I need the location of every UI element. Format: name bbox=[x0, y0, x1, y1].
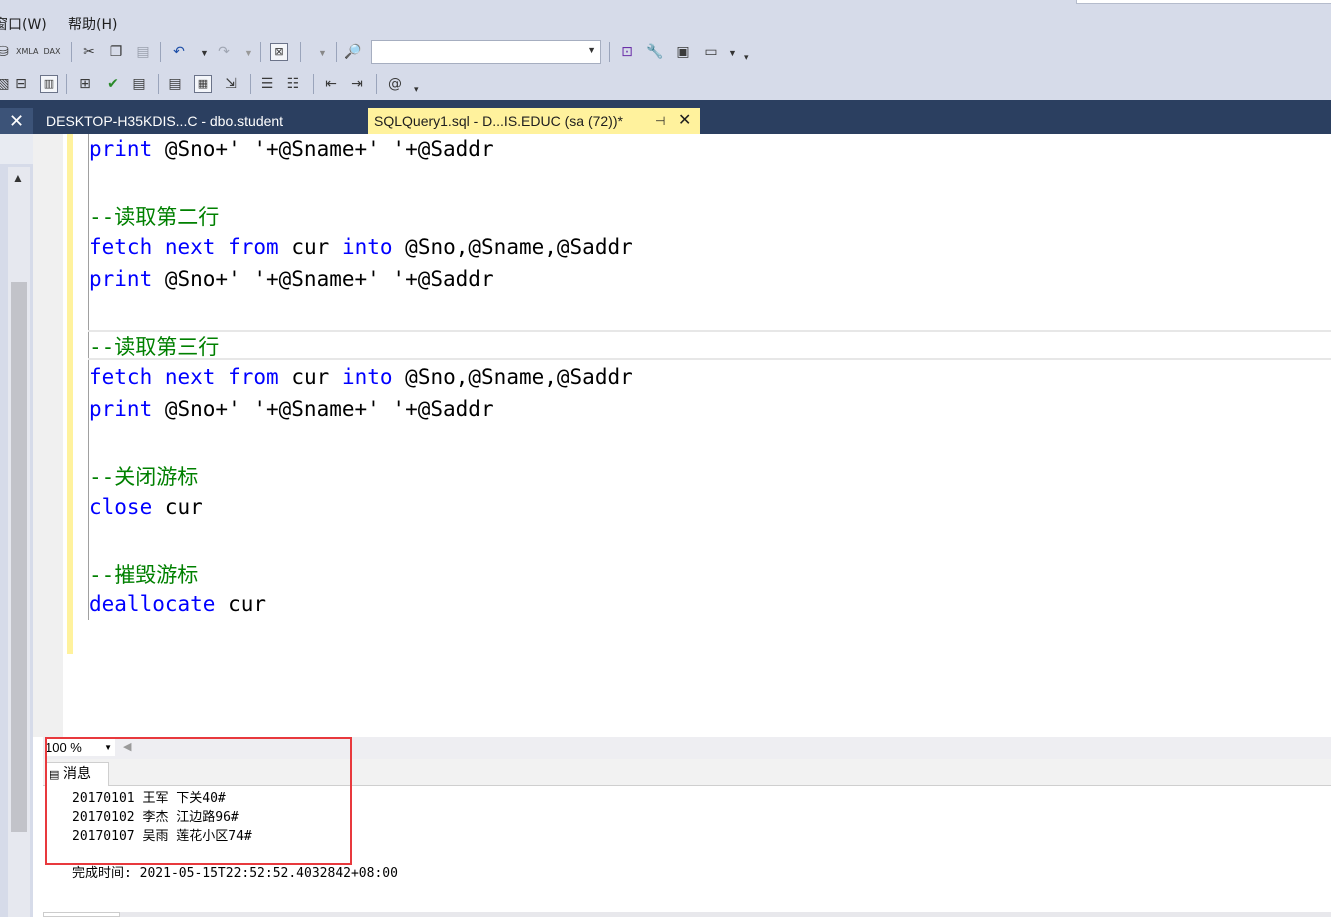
results-to-grid-toggle-icon[interactable]: ▦ bbox=[194, 75, 212, 93]
available-databases-icon[interactable]: ▥ bbox=[40, 75, 58, 93]
code-line: close cur bbox=[89, 495, 203, 519]
current-line-highlight bbox=[88, 330, 1331, 360]
xmla-query-icon[interactable]: XMLA bbox=[16, 43, 39, 61]
scroll-up-icon[interactable]: ▲ bbox=[12, 171, 24, 185]
scrollbar-thumb[interactable] bbox=[11, 282, 27, 832]
sql-editor[interactable]: print @Sno+' '+@Sname+' '+@Saddr --读取第二行… bbox=[33, 134, 1331, 737]
toolbar-separator bbox=[313, 74, 314, 94]
toolbar-separator bbox=[250, 74, 251, 94]
increase-indent-icon[interactable]: ⇥ bbox=[348, 75, 366, 93]
code-comment: --读取第二行 bbox=[89, 205, 220, 229]
undo-dropdown-icon[interactable]: ▼ bbox=[200, 48, 209, 58]
copy-icon[interactable]: ❐ bbox=[107, 43, 125, 61]
code-line: fetch next from cur into @Sno,@Sname,@Sa… bbox=[89, 235, 633, 259]
cut-icon[interactable]: ✂ bbox=[80, 43, 98, 61]
solution-config-dropdown-icon[interactable]: ▼ bbox=[318, 48, 327, 58]
toolbar-customize-icon[interactable]: ▾ bbox=[414, 84, 419, 95]
panel-header bbox=[0, 134, 33, 164]
toolbar-separator bbox=[376, 74, 377, 94]
redo-dropdown-icon[interactable]: ▼ bbox=[244, 48, 253, 58]
close-icon[interactable]: ✕ bbox=[0, 108, 33, 134]
code-comment: --摧毁游标 bbox=[89, 563, 199, 587]
sql-editor-toolbar: ▧ ⊟ ▥ ⊞ ✔ ▤ ▤ ▦ ⇲ ☰ ☷ ⇤ ⇥ @ ▾ bbox=[0, 68, 1331, 100]
toolbox-icon[interactable]: ▣ bbox=[674, 43, 692, 61]
code-line: deallocate cur bbox=[89, 592, 267, 616]
code-comment: --读取第三行 bbox=[89, 335, 220, 359]
menu-window[interactable]: 窗口(W) bbox=[0, 14, 47, 34]
tab-label: SQLQuery1.sql - D...IS.EDUC (sa (72))* bbox=[374, 113, 623, 129]
results-to-grid-icon[interactable]: ⊠ bbox=[270, 43, 288, 61]
specify-template-parameters-icon[interactable]: @ bbox=[386, 75, 404, 93]
mdx-query-icon[interactable]: ⛁ bbox=[0, 43, 12, 61]
tab-dbo-student[interactable]: DESKTOP-H35KDIS...C - dbo.student bbox=[40, 108, 368, 134]
object-explorer-scrollbar[interactable]: ▲ bbox=[8, 167, 30, 917]
bottom-tab[interactable] bbox=[43, 912, 120, 917]
toolbar-separator bbox=[260, 42, 261, 62]
toolbar-customize-icon[interactable]: ▾ bbox=[744, 52, 749, 63]
results-bottom-tabs bbox=[43, 912, 1331, 917]
toolbar-separator bbox=[66, 74, 67, 94]
change-tracking-bar bbox=[67, 134, 73, 654]
toolbar-overflow-icon[interactable]: ▼ bbox=[728, 48, 737, 58]
pin-icon[interactable]: ⊣ bbox=[655, 108, 665, 134]
results-to-text-icon[interactable]: ▤ bbox=[166, 75, 184, 93]
toolbar-separator bbox=[336, 42, 337, 62]
comment-out-icon[interactable]: ☰ bbox=[258, 75, 276, 93]
visual-studio-icon[interactable]: ⊡ bbox=[618, 43, 636, 61]
decrease-indent-icon[interactable]: ⇤ bbox=[322, 75, 340, 93]
menu-bar: 窗口(W) 帮助(H) bbox=[0, 0, 1331, 36]
tab-sqlquery1[interactable]: SQLQuery1.sql - D...IS.EDUC (sa (72))* ⊣… bbox=[368, 108, 700, 134]
quick-launch-search[interactable] bbox=[1076, 0, 1331, 4]
code-line: print @Sno+' '+@Sname+' '+@Saddr bbox=[89, 267, 494, 291]
find-in-files-icon[interactable]: 🔎 bbox=[344, 43, 362, 61]
close-icon[interactable]: ✕ bbox=[678, 108, 691, 134]
change-connection-icon[interactable]: ⊟ bbox=[12, 75, 30, 93]
chevron-down-icon: ▼ bbox=[587, 45, 596, 55]
properties-wrench-icon[interactable]: 🔧 bbox=[646, 43, 664, 61]
results-to-file-icon[interactable]: ⇲ bbox=[222, 75, 240, 93]
toolbar-separator bbox=[160, 42, 161, 62]
connect-icon[interactable]: ▧ bbox=[0, 75, 12, 93]
code-comment: --关闭游标 bbox=[89, 465, 199, 489]
toolbar-separator bbox=[609, 42, 610, 62]
dax-query-icon[interactable]: DAX bbox=[42, 43, 62, 61]
code-line: fetch next from cur into @Sno,@Sname,@Sa… bbox=[89, 365, 633, 389]
parse-icon[interactable]: ✔ bbox=[104, 75, 122, 93]
paste-icon[interactable]: ▤ bbox=[134, 43, 152, 61]
toolbar-separator bbox=[158, 74, 159, 94]
standard-toolbar: ⛁ XMLA DAX ✂ ❐ ▤ ↶ ▼ ↷ ▼ ⊠ ▼ 🔎 ▼ ⊡ 🔧 ▣ ▭… bbox=[0, 36, 1331, 68]
display-plan-icon[interactable]: ⊞ bbox=[76, 75, 94, 93]
tab-label: DESKTOP-H35KDIS...C - dbo.student bbox=[46, 113, 284, 129]
uncomment-icon[interactable]: ☷ bbox=[284, 75, 302, 93]
highlight-annotation-box bbox=[45, 737, 352, 865]
query-options-icon[interactable]: ▤ bbox=[130, 75, 148, 93]
code-line: print @Sno+' '+@Sname+' '+@Saddr bbox=[89, 397, 494, 421]
editor-margin bbox=[33, 134, 63, 737]
toolbar-separator bbox=[71, 42, 72, 62]
database-combo[interactable]: ▼ bbox=[371, 40, 601, 64]
redo-icon[interactable]: ↷ bbox=[215, 43, 233, 61]
command-window-icon[interactable]: ▭ bbox=[702, 43, 720, 61]
menu-help[interactable]: 帮助(H) bbox=[68, 14, 117, 34]
undo-icon[interactable]: ↶ bbox=[170, 43, 188, 61]
code-line: print @Sno+' '+@Sname+' '+@Saddr bbox=[89, 137, 494, 161]
toolbar-separator bbox=[300, 42, 301, 62]
